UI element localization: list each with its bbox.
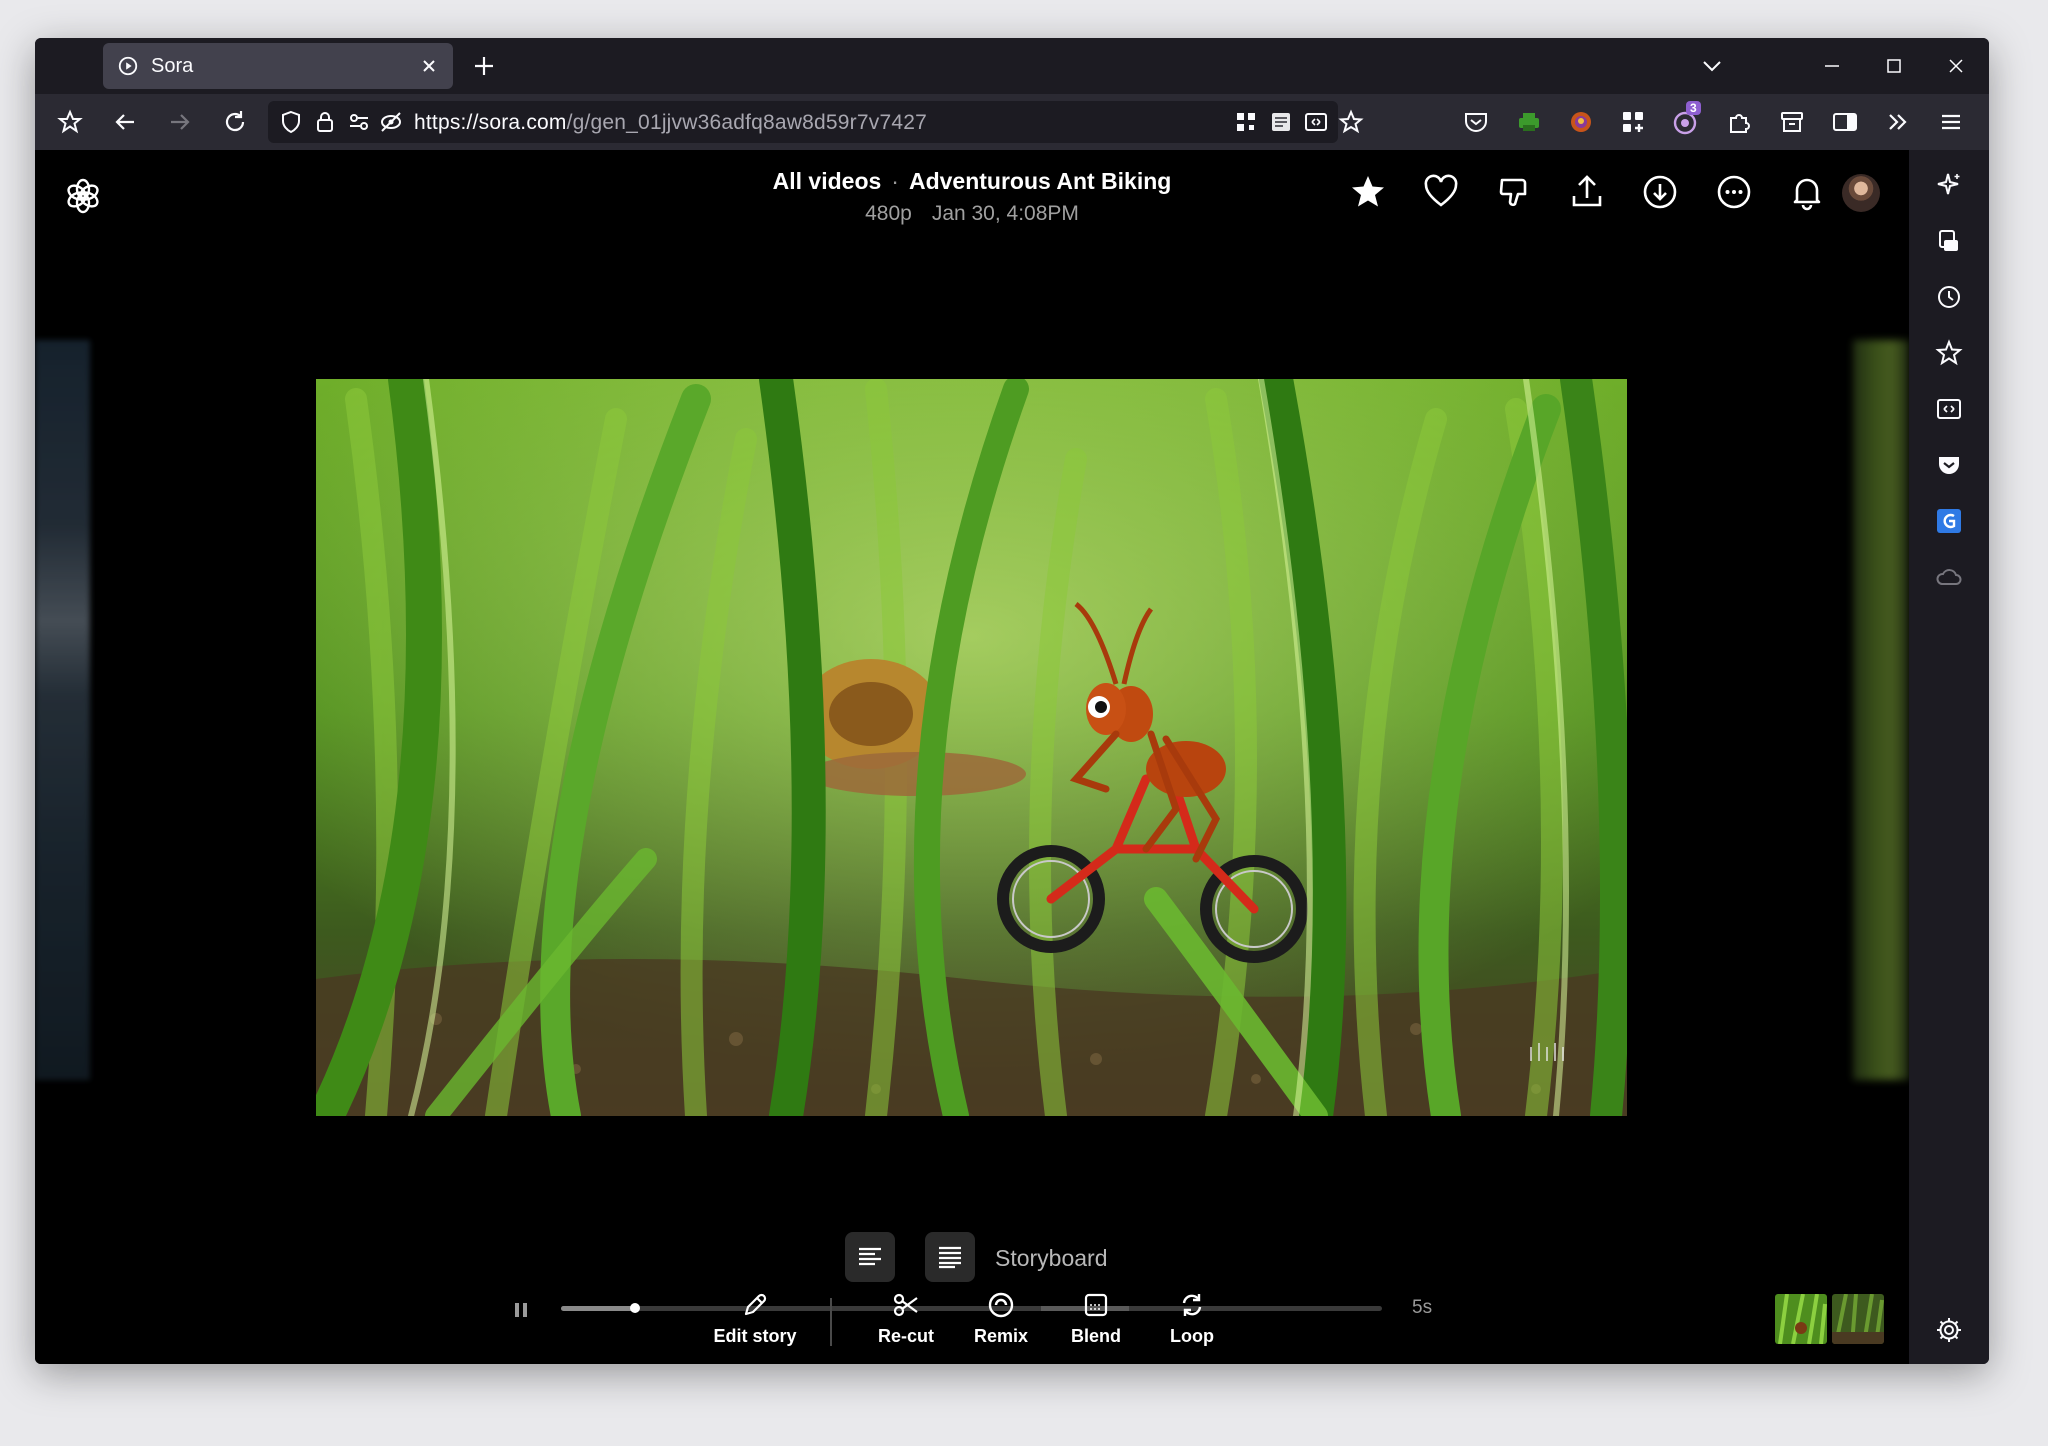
- url-host: https://sora.com: [414, 111, 567, 134]
- next-video-preview[interactable]: [1853, 340, 1909, 1080]
- breadcrumb: All videos · Adventurous Ant Biking: [35, 168, 1909, 195]
- tracking-protection-icon[interactable]: [378, 109, 404, 135]
- chevron-down-icon[interactable]: [1700, 54, 1724, 78]
- loop-label: Loop: [1170, 1326, 1214, 1346]
- edit-story-button[interactable]: Edit story: [695, 1290, 815, 1347]
- synced-tabs-icon[interactable]: [1934, 226, 1964, 256]
- extension-badge: 3: [1686, 101, 1701, 115]
- notification-bell-icon[interactable]: [1787, 172, 1827, 212]
- permissions-icon[interactable]: [346, 109, 372, 135]
- browser-window: Sora https://sora.com/g/gen_01jjvw36adfq…: [35, 38, 1989, 1364]
- align-left-icon: [859, 1247, 881, 1266]
- resolution-label: 480p: [865, 202, 912, 225]
- timestamp-label: Jan 30, 4:08PM: [931, 202, 1079, 225]
- video-title[interactable]: Adventurous Ant Biking: [909, 168, 1171, 194]
- reload-icon[interactable]: [220, 107, 250, 137]
- sidebar-toggle-icon[interactable]: [1830, 107, 1860, 137]
- thumbs-down-icon[interactable]: [1494, 172, 1534, 212]
- url-path: /g/gen_01jjvw36adfq8aw8d59r7v7427: [566, 111, 927, 134]
- close-window-icon[interactable]: [1942, 52, 1970, 80]
- printer-extension-icon[interactable]: [1514, 107, 1544, 137]
- puzzle-extensions-icon[interactable]: [1724, 107, 1754, 137]
- breadcrumb-separator: ·: [891, 168, 899, 194]
- bookmarks-star-icon[interactable]: [1934, 338, 1964, 368]
- browser-sidebar: [1909, 150, 1989, 1364]
- qr-code-icon[interactable]: [1234, 110, 1258, 134]
- breadcrumb-all-videos[interactable]: All videos: [773, 168, 882, 194]
- new-tab-icon[interactable]: [470, 52, 498, 80]
- back-arrow-icon[interactable]: [110, 107, 140, 137]
- forward-arrow-icon[interactable]: [165, 107, 195, 137]
- archive-icon[interactable]: [1777, 107, 1807, 137]
- action-divider: [830, 1298, 832, 1346]
- tab-strip: Sora: [35, 38, 1989, 94]
- video-thumbnail[interactable]: [1775, 1294, 1827, 1344]
- url-text[interactable]: https://sora.com/g/gen_01jjvw36adfq8aw8d…: [414, 111, 927, 135]
- sora-page: All videos · Adventurous Ant Biking 480p Ja…: [35, 150, 1909, 1364]
- align-justify-icon: [939, 1246, 961, 1269]
- storyboard-label[interactable]: Storyboard: [995, 1245, 1108, 1272]
- duration-label: 5s: [1412, 1297, 1433, 1318]
- edit-story-label: Edit story: [713, 1326, 797, 1346]
- grammar-g-icon[interactable]: [1934, 506, 1964, 536]
- picture-in-picture-sidebar-icon[interactable]: [1934, 394, 1964, 424]
- pause-icon[interactable]: [512, 1300, 530, 1320]
- import-bookmarks-icon[interactable]: [55, 107, 85, 137]
- fox-extension-icon[interactable]: [1566, 107, 1596, 137]
- play-circle-icon: [118, 56, 138, 76]
- pocket-sidebar-icon[interactable]: [1934, 450, 1964, 480]
- share-upload-icon[interactable]: [1567, 172, 1607, 212]
- user-avatar[interactable]: [1842, 174, 1880, 212]
- pencil-icon: [744, 1293, 767, 1316]
- minimize-icon[interactable]: [1818, 52, 1846, 80]
- maximize-icon[interactable]: [1880, 52, 1908, 80]
- recut-label: Re-cut: [877, 1326, 934, 1346]
- ai-sparkle-icon[interactable]: [1934, 170, 1964, 200]
- heart-icon[interactable]: [1421, 172, 1461, 212]
- close-tab-icon[interactable]: [419, 56, 439, 76]
- video-meta: 480p Jan 30, 4:08PM: [35, 202, 1909, 226]
- cloud-icon[interactable]: [1934, 562, 1964, 592]
- thumbnail-image: [1775, 1294, 1827, 1344]
- extension-badge-button[interactable]: 3: [1670, 101, 1702, 137]
- scissors-icon: [893, 1293, 918, 1317]
- thumbnail-image: [1832, 1294, 1884, 1344]
- settings-gear-icon[interactable]: [1934, 1315, 1964, 1345]
- video-thumbnail[interactable]: [1832, 1294, 1884, 1344]
- navigation-bar: https://sora.com/g/gen_01jjvw36adfq8aw8d…: [35, 94, 1989, 150]
- apps-grid-icon[interactable]: [1618, 107, 1648, 137]
- progress-fill: [561, 1306, 635, 1311]
- lock-icon[interactable]: [312, 109, 338, 135]
- loop-icon: [1182, 1294, 1202, 1316]
- pocket-icon[interactable]: [1461, 107, 1491, 137]
- history-clock-icon[interactable]: [1934, 282, 1964, 312]
- progress-handle[interactable]: [629, 1303, 640, 1313]
- blend-label: Blend: [1070, 1326, 1121, 1346]
- download-icon[interactable]: [1640, 172, 1680, 212]
- loop-button[interactable]: Loop: [1132, 1290, 1252, 1347]
- tab-title: Sora: [151, 54, 194, 77]
- hamburger-menu-icon[interactable]: [1936, 107, 1966, 137]
- picture-in-picture-icon[interactable]: [1304, 110, 1328, 134]
- reader-view-icon[interactable]: [1269, 110, 1293, 134]
- remix-label: Remix: [973, 1326, 1029, 1346]
- video-player[interactable]: [316, 379, 1627, 1116]
- address-bar[interactable]: https://sora.com/g/gen_01jjvw36adfq8aw8d…: [268, 101, 1364, 143]
- shield-icon[interactable]: [278, 109, 304, 135]
- blend-icon: [1084, 1293, 1108, 1317]
- favorite-star-icon[interactable]: [1348, 172, 1388, 212]
- remix-icon: [988, 1292, 1014, 1318]
- text-justify-button[interactable]: [925, 1232, 975, 1282]
- tab-sora[interactable]: Sora: [103, 43, 453, 89]
- text-align-left-button[interactable]: [845, 1232, 895, 1282]
- overflow-chevrons-icon[interactable]: [1883, 107, 1913, 137]
- more-options-icon[interactable]: [1714, 172, 1754, 212]
- previous-video-preview[interactable]: [35, 340, 90, 1080]
- bookmark-star-icon[interactable]: [1338, 109, 1364, 135]
- video-frame-image: [316, 379, 1627, 1116]
